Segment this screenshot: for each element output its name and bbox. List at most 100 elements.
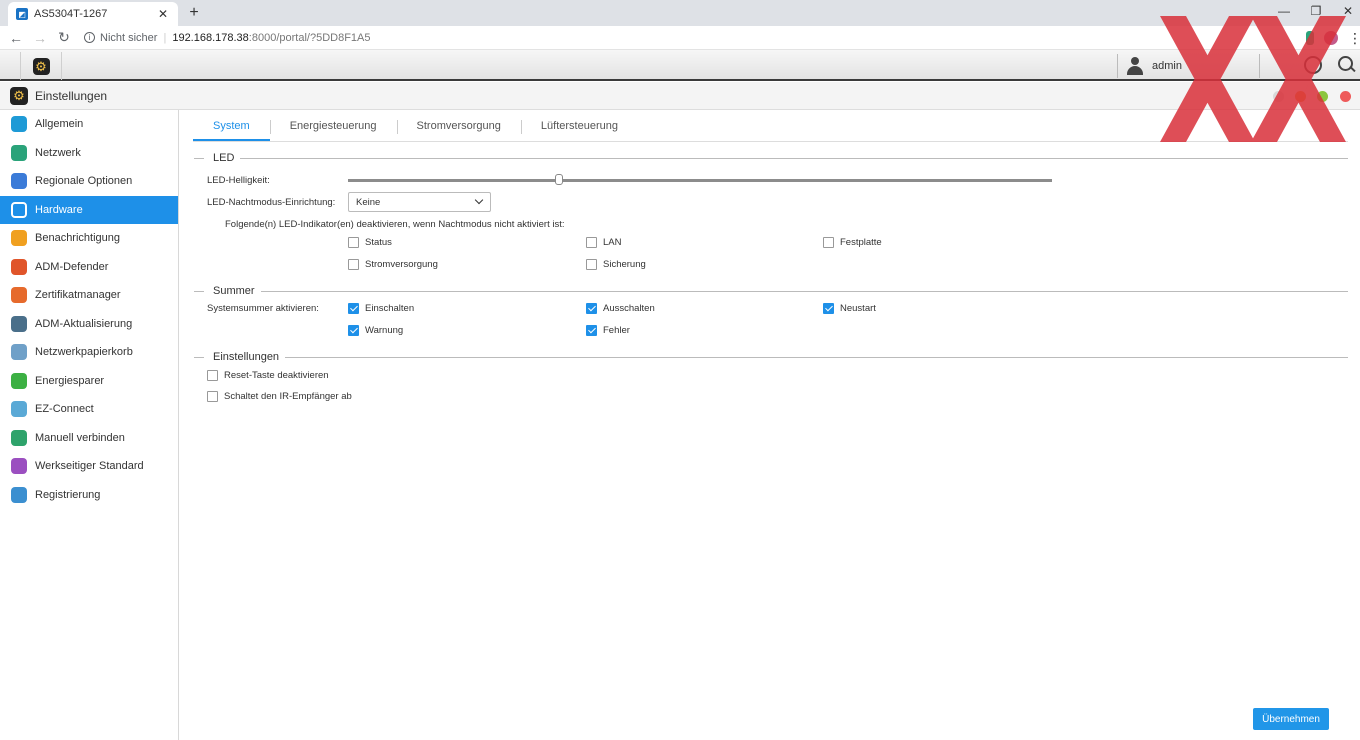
browser-tab-title: AS5304T-1267: [34, 8, 108, 20]
maximize-dot-icon[interactable]: [1317, 91, 1328, 102]
buzzer-warnung-checkbox[interactable]: Warnung: [348, 325, 403, 336]
buzzer-ausschalten-checkbox[interactable]: Ausschalten: [586, 303, 655, 314]
led-lan-label: LAN: [603, 237, 622, 248]
settings-window-icon: ⚙: [10, 86, 28, 105]
back-icon[interactable]: ←: [4, 30, 28, 46]
led-indicator-note: Folgende(n) LED-Indikator(en) deaktivier…: [225, 219, 565, 230]
star-icon[interactable]: [1282, 31, 1296, 45]
sidebar-item-label: Manuell verbinden: [35, 431, 125, 444]
buzzer-neustart-checkbox[interactable]: Neustart: [823, 303, 876, 314]
sidebar-item-allgemein[interactable]: Allgemein: [0, 110, 178, 139]
sidebar-item-label: Benachrichtigung: [35, 232, 121, 245]
led-lan-checkbox[interactable]: LAN: [586, 237, 621, 248]
apply-button[interactable]: Übernehmen: [1253, 708, 1329, 730]
regional-icon: [11, 173, 27, 190]
led-section-header: LED: [194, 151, 1348, 165]
settings-general-icon: [11, 116, 27, 133]
user-icon: [1126, 57, 1144, 75]
energy-saver-icon: [11, 372, 27, 389]
reset-icon: [11, 458, 27, 475]
led-brightness-slider[interactable]: [348, 179, 1052, 182]
led-festplatte-label: Festplatte: [840, 237, 882, 248]
registration-icon: [11, 486, 27, 503]
tab-energiesteuerung[interactable]: Energiesteuerung: [269, 110, 397, 142]
tab-stromversorgung[interactable]: Stromversorgung: [396, 110, 521, 142]
buzzer-warnung-label: Warnung: [365, 325, 404, 336]
user-menu[interactable]: admin: [1117, 54, 1260, 78]
sidebar-item-label: ADM-Aktualisierung: [35, 317, 133, 330]
led-sicherung-checkbox[interactable]: Sicherung: [586, 259, 646, 270]
window-title: Einstellungen: [35, 88, 108, 103]
led-festplatte-checkbox[interactable]: Festplatte: [823, 237, 882, 248]
sidebar-item-registrierung[interactable]: Registrierung: [0, 481, 178, 510]
led-status-checkbox[interactable]: Status: [348, 237, 392, 248]
globe-icon: [11, 144, 27, 161]
settings-gear-icon: ⚙: [32, 57, 50, 75]
menu-icon[interactable]: ⋮: [1348, 30, 1360, 47]
address-bar: ← → ↻ i Nicht sicher | 192.168.178.38 :8…: [0, 26, 1360, 50]
browser-tab[interactable]: ◩ AS5304T-1267 ✕: [8, 2, 178, 26]
led-sicherung-label: Sicherung: [603, 259, 646, 270]
led-status-label: Status: [365, 237, 392, 248]
sidebar-item-label: Regionale Optionen: [35, 175, 133, 188]
settings-sidebar: Allgemein Netzwerk Regionale Optionen Hardw…: [0, 110, 179, 740]
summer-section-header: Summer: [194, 284, 1348, 298]
adm-taskbar: ⚙ admin: [0, 50, 1360, 81]
notification-icon: [11, 230, 27, 247]
close-dot-icon[interactable]: [1340, 91, 1351, 102]
sidebar-item-regionale-optionen[interactable]: Regionale Optionen: [0, 167, 178, 196]
led-stromversorgung-checkbox[interactable]: Stromversorgung: [348, 259, 438, 270]
new-tab-button[interactable]: +: [184, 3, 204, 23]
sidebar-item-netzwerkpapierkorb[interactable]: Netzwerkpapierkorb: [0, 338, 178, 367]
forward-icon[interactable]: →: [28, 30, 52, 46]
sidebar-item-energiesparer[interactable]: Energiesparer: [0, 367, 178, 396]
sidebar-item-label: Werkseitiger Standard: [35, 460, 144, 473]
sidebar-item-ez-connect[interactable]: EZ-Connect: [0, 395, 178, 424]
hardware-panel: System Energiesteuerung Stromversorgung …: [180, 110, 1360, 740]
restore-icon[interactable]: ❐: [1300, 0, 1332, 22]
recycle-bin-icon: [11, 344, 27, 361]
tab-close-icon[interactable]: ✕: [156, 7, 170, 21]
power-icon[interactable]: [1304, 56, 1322, 74]
sidebar-item-werkseitiger-standard[interactable]: Werkseitiger Standard: [0, 452, 178, 481]
sidebar-item-manuell-verbinden[interactable]: Manuell verbinden: [0, 424, 178, 453]
buzzer-fehler-checkbox[interactable]: Fehler: [586, 325, 630, 336]
url-field[interactable]: i Nicht sicher | 192.168.178.38 :8000/po…: [84, 32, 370, 44]
buzzer-label: Systemsummer aktivieren:: [207, 303, 319, 314]
tab-divider: [193, 141, 1348, 142]
connect-icon: [11, 429, 27, 446]
sidebar-item-netzwerk[interactable]: Netzwerk: [0, 139, 178, 168]
sidebar-item-zertifikatmanager[interactable]: Zertifikatmanager: [0, 281, 178, 310]
tab-luftersteuerung[interactable]: Lüftersteuerung: [520, 110, 638, 142]
info-icon[interactable]: i: [84, 32, 95, 43]
update-icon: [11, 315, 27, 332]
buzzer-neustart-label: Neustart: [840, 303, 876, 314]
help-dot-icon[interactable]: [1273, 91, 1284, 102]
browser-tabstrip: ◩ AS5304T-1267 ✕ + — ❐ ✕: [0, 0, 1360, 26]
profile-icon[interactable]: [1324, 31, 1338, 45]
reset-button-disable-checkbox[interactable]: Reset-Taste deaktivieren: [207, 370, 329, 381]
extension-icon[interactable]: [1306, 31, 1314, 45]
sidebar-item-label: Zertifikatmanager: [35, 289, 121, 302]
key-icon[interactable]: [1258, 31, 1272, 45]
sidebar-item-hardware[interactable]: Hardware: [0, 195, 178, 224]
search-icon[interactable]: [1338, 56, 1356, 74]
sidebar-item-label: ADM-Defender: [35, 260, 109, 273]
sidebar-item-benachrichtigung[interactable]: Benachrichtigung: [0, 224, 178, 253]
night-mode-select[interactable]: Keine: [348, 192, 491, 212]
url-separator: |: [163, 31, 167, 44]
tab-system[interactable]: System: [193, 110, 270, 142]
minimize-icon[interactable]: —: [1268, 0, 1300, 22]
ir-receiver-disable-checkbox[interactable]: Schaltet den IR-Empfänger ab: [207, 391, 352, 402]
buzzer-fehler-label: Fehler: [603, 325, 630, 336]
sidebar-item-adm-defender[interactable]: ADM-Defender: [0, 253, 178, 282]
reload-icon[interactable]: ↻: [52, 29, 76, 46]
sidebar-item-adm-aktualisierung[interactable]: ADM-Aktualisierung: [0, 310, 178, 339]
led-brightness-handle[interactable]: [555, 174, 564, 185]
led-brightness-label: LED-Helligkeit:: [207, 175, 270, 186]
buzzer-einschalten-checkbox[interactable]: Einschalten: [348, 303, 414, 314]
minimize-dot-icon[interactable]: [1295, 91, 1306, 102]
buzzer-einschalten-label: Einschalten: [365, 303, 415, 314]
window-close-icon[interactable]: ✕: [1332, 0, 1360, 22]
settings-app-button[interactable]: ⚙: [20, 52, 62, 80]
